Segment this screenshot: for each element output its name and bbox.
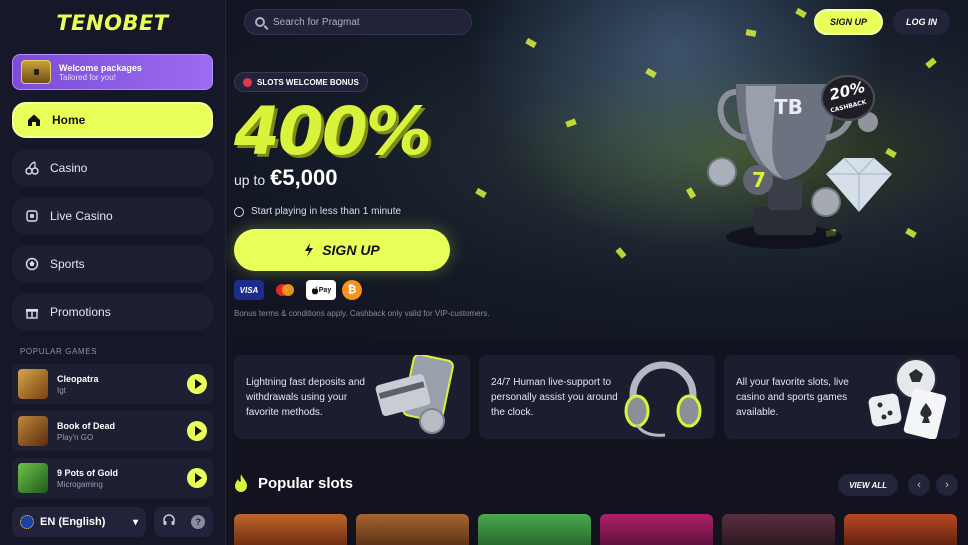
hero-signup-button[interactable]: SIGN UP <box>234 229 450 271</box>
play-icon[interactable] <box>187 421 207 441</box>
slot-tile[interactable] <box>234 514 347 545</box>
logo[interactable]: TENOBET <box>12 0 213 46</box>
nav-promotions-label: Promotions <box>50 305 111 319</box>
cherry-icon <box>243 77 252 87</box>
flame-icon <box>235 474 247 492</box>
game-thumbnail <box>18 463 48 493</box>
main-content: Search for Pragmat SIGN UP LOG IN SLOTS … <box>226 0 968 545</box>
signup-button[interactable]: SIGN UP <box>813 9 883 35</box>
slot-tile[interactable] <box>356 514 469 545</box>
slot-tile[interactable] <box>600 514 713 545</box>
support-icons: ? <box>154 507 213 537</box>
slot-tile[interactable] <box>722 514 835 545</box>
popular-games-heading: POPULAR GAMES <box>20 347 98 356</box>
nav-casino[interactable]: Casino <box>12 150 213 186</box>
treasure-chest-icon <box>21 60 51 84</box>
feature-text: Lightning fast deposits and withdrawals … <box>246 377 365 418</box>
search-icon <box>255 17 265 27</box>
bonus-badge-label: SLOTS WELCOME BONUS <box>257 77 359 87</box>
nav-sports-label: Sports <box>50 257 85 271</box>
app-root: TENOBET Welcome packages Tailored for yo… <box>0 0 968 545</box>
lightning-icon <box>305 243 314 257</box>
nav-casino-label: Casino <box>50 161 88 175</box>
card-phone-icon <box>375 355 454 434</box>
payment-methods: VISA Pay ₿ <box>234 280 362 300</box>
slot-tile[interactable] <box>844 514 957 545</box>
feature-text: All your favorite slots, live casino and… <box>736 377 849 418</box>
help-icon[interactable]: ? <box>191 515 206 529</box>
feature-text: 24/7 Human live-support to personally as… <box>491 377 618 418</box>
bitcoin-icon: ₿ <box>342 280 362 300</box>
bonus-percent: 400% <box>234 93 432 170</box>
slot-tile[interactable] <box>478 514 591 545</box>
svg-text:7: 7 <box>752 168 766 192</box>
apple-pay-icon: Pay <box>306 280 336 300</box>
visa-icon: VISA <box>234 280 264 300</box>
game-name: Book of Dead <box>57 420 116 431</box>
popular-game-item[interactable]: 9 Pots of Gold Microgaming <box>12 458 213 498</box>
next-arrow-icon[interactable]: › <box>936 474 958 496</box>
nav-home-label: Home <box>52 113 86 127</box>
feature-card-support: 24/7 Human live-support to personally as… <box>479 355 715 439</box>
play-icon[interactable] <box>187 374 207 394</box>
upto-label: up to <box>234 172 266 188</box>
game-provider: Play'n GO <box>57 432 94 442</box>
gift-icon <box>24 304 40 320</box>
prev-arrow-icon[interactable]: ‹ <box>908 474 930 496</box>
game-name: Cleopatra <box>57 373 99 384</box>
trophy-mark: TB <box>774 95 803 119</box>
nav-promotions[interactable]: Promotions <box>12 294 213 330</box>
bonus-terms: Bonus terms & conditions apply. Cashback… <box>234 309 490 318</box>
game-name: 9 Pots of Gold <box>57 467 119 478</box>
play-icon[interactable] <box>187 468 207 488</box>
clock-icon <box>234 206 244 217</box>
welcome-subtitle: Tailored for you! <box>59 72 116 82</box>
trophy-illustration: TB 7 20% CASHBACK <box>707 75 892 249</box>
game-provider: Igt <box>57 385 66 395</box>
eu-flag-icon <box>20 515 34 529</box>
search-placeholder: Search for Pragmat <box>273 16 360 28</box>
welcome-packages-banner[interactable]: Welcome packages Tailored for you! <box>12 54 213 90</box>
popular-slots-heading: Popular slots <box>234 474 353 492</box>
topbar: Search for Pragmat SIGN UP LOG IN <box>244 9 950 35</box>
mastercard-icon <box>270 280 300 300</box>
bonus-amount-line: up to €5,000 <box>234 165 337 191</box>
nav-sports[interactable]: Sports <box>12 246 213 282</box>
cherries-icon <box>24 160 40 176</box>
ball-icon <box>24 256 40 272</box>
sidebar: TENOBET Welcome packages Tailored for yo… <box>0 0 226 545</box>
game-thumbnail <box>18 416 48 446</box>
popular-slots-title: Popular slots <box>258 474 354 492</box>
feature-card-payments: Lightning fast deposits and withdrawals … <box>234 355 470 439</box>
chevron-down-icon: ▾ <box>132 516 138 528</box>
search-input[interactable]: Search for Pragmat <box>244 9 472 35</box>
welcome-title: Welcome packages <box>59 62 142 73</box>
nav-live-casino[interactable]: Live Casino <box>12 198 213 234</box>
nav-home[interactable]: Home <box>12 102 213 138</box>
sidebar-footer: EN (English) ▾ ? <box>12 507 213 537</box>
headphones-icon <box>624 361 702 437</box>
bonus-badge: SLOTS WELCOME BONUS <box>234 72 368 92</box>
view-all-button[interactable]: VIEW ALL <box>838 474 898 496</box>
feature-card-games: All your favorite slots, live casino and… <box>724 355 960 439</box>
live-casino-icon <box>24 208 40 224</box>
dice-cards-icon <box>868 358 947 439</box>
bonus-amount: €5,000 <box>270 165 338 190</box>
login-button[interactable]: LOG IN <box>893 9 950 35</box>
game-thumbnail <box>18 369 48 399</box>
hero-signup-label: SIGN UP <box>322 242 380 258</box>
language-selector[interactable]: EN (English) ▾ <box>12 507 146 537</box>
popular-game-item[interactable]: Cleopatra Igt <box>12 364 213 404</box>
popular-game-item[interactable]: Book of Dead Play'n GO <box>12 411 213 451</box>
game-provider: Microgaming <box>57 479 103 489</box>
headset-icon[interactable] <box>162 513 176 532</box>
start-note: Start playing in less than 1 minute <box>234 206 401 217</box>
start-text: Start playing in less than 1 minute <box>251 206 402 217</box>
nav-live-casino-label: Live Casino <box>50 209 113 223</box>
home-icon <box>26 112 42 128</box>
language-label: EN (English) <box>40 516 106 528</box>
